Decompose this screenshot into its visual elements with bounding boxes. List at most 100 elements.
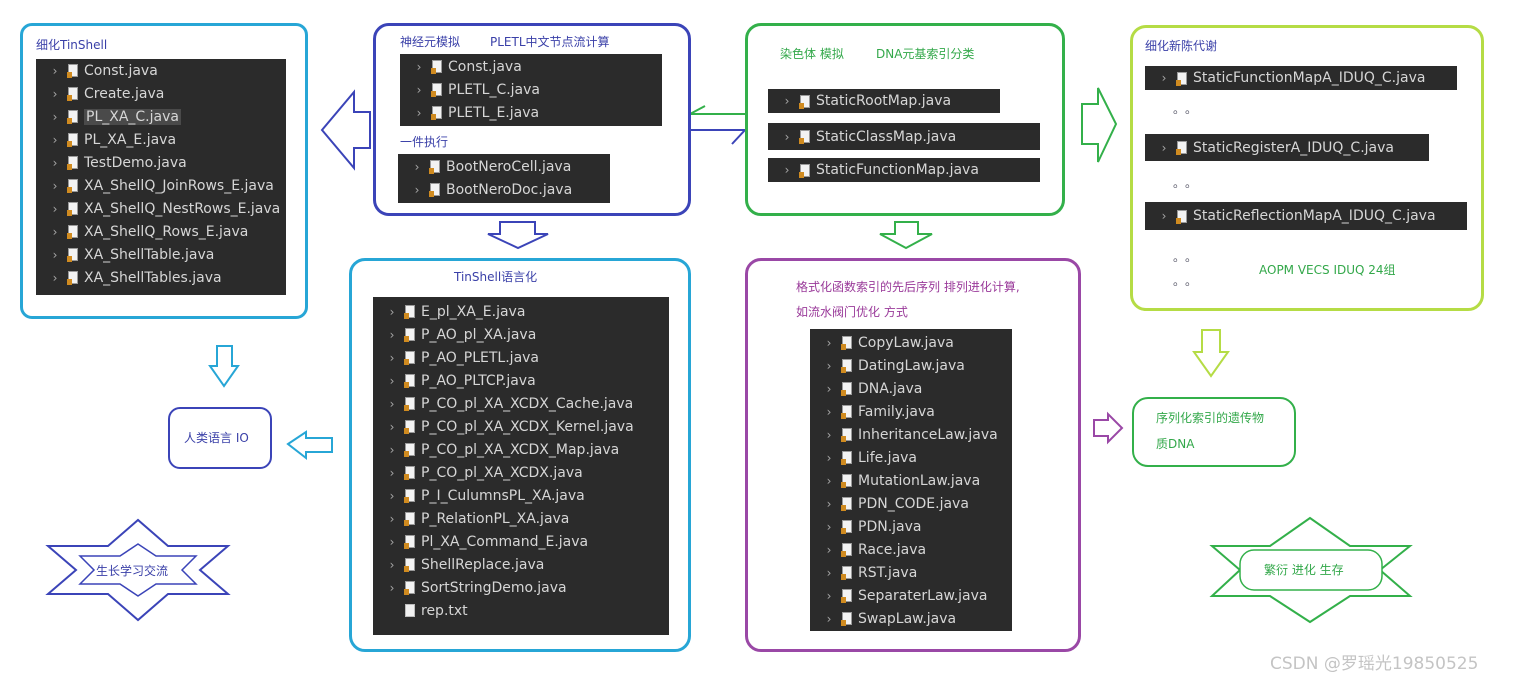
- file-row[interactable]: › ShellReplace.java: [373, 553, 545, 576]
- file-row[interactable]: › P_CO_pl_XA_XCDX_Map.java: [373, 438, 620, 461]
- file-row[interactable]: › P_CO_pl_XA_XCDX.java: [373, 461, 583, 484]
- file-staticrootmap[interactable]: › StaticRootMap.java: [768, 89, 1000, 113]
- chevron-right-icon[interactable]: ›: [48, 64, 62, 78]
- chevron-right-icon[interactable]: ›: [48, 133, 62, 147]
- file-staticfunctionmap[interactable]: › StaticFunctionMap.java: [768, 158, 1040, 182]
- chevron-right-icon[interactable]: ›: [385, 581, 399, 595]
- file-label: P_CO_pl_XA_XCDX.java: [421, 464, 583, 481]
- chevron-right-icon[interactable]: ›: [385, 443, 399, 457]
- file-row[interactable]: › BootNeroDoc.java: [398, 178, 573, 201]
- chevron-right-icon[interactable]: ›: [385, 305, 399, 319]
- chevron-right-icon[interactable]: ›: [1157, 209, 1171, 223]
- chevron-right-icon[interactable]: ›: [385, 397, 399, 411]
- file-row[interactable]: › Race.java: [810, 538, 927, 561]
- chevron-right-icon[interactable]: ›: [822, 543, 836, 557]
- file-staticclassmap[interactable]: › StaticClassMap.java: [768, 123, 1040, 150]
- java-file-icon: [404, 397, 415, 411]
- chevron-right-icon[interactable]: ›: [48, 271, 62, 285]
- file-row[interactable]: › SeparaterLaw.java: [810, 584, 988, 607]
- file-row[interactable]: › DatingLaw.java: [810, 354, 965, 377]
- chevron-right-icon[interactable]: ›: [1157, 141, 1171, 155]
- chevron-right-icon[interactable]: ›: [48, 202, 62, 216]
- file-row[interactable]: › E_pl_XA_E.java: [373, 300, 526, 323]
- chevron-right-icon[interactable]: ›: [48, 156, 62, 170]
- chevron-right-icon[interactable]: ›: [48, 110, 62, 124]
- file-row[interactable]: › MutationLaw.java: [810, 469, 981, 492]
- file-row[interactable]: › P_CO_pl_XA_XCDX_Cache.java: [373, 392, 634, 415]
- chevron-right-icon[interactable]: ›: [822, 497, 836, 511]
- file-row[interactable]: › SortStringDemo.java: [373, 576, 567, 599]
- file-row[interactable]: › SwapLaw.java: [810, 607, 957, 630]
- file-row[interactable]: › XA_ShellQ_NestRows_E.java: [36, 197, 281, 220]
- file-row[interactable]: › XA_ShellQ_JoinRows_E.java: [36, 174, 274, 197]
- file-row[interactable]: › RST.java: [810, 561, 918, 584]
- chevron-right-icon[interactable]: ›: [385, 512, 399, 526]
- chevron-right-icon[interactable]: ›: [822, 336, 836, 350]
- chevron-right-icon[interactable]: ›: [412, 60, 426, 74]
- file-row[interactable]: › XA_ShellTable.java: [36, 243, 215, 266]
- chevron-right-icon[interactable]: ›: [48, 179, 62, 193]
- chevron-right-icon[interactable]: ›: [385, 535, 399, 549]
- chevron-right-icon[interactable]: ›: [385, 558, 399, 572]
- file-row[interactable]: › PLETL_E.java: [400, 101, 539, 124]
- file-row[interactable]: › Const.java: [400, 55, 522, 78]
- file-row[interactable]: › CopyLaw.java: [810, 331, 954, 354]
- file-row[interactable]: › Family.java: [810, 400, 935, 423]
- chevron-right-icon[interactable]: ›: [385, 420, 399, 434]
- chevron-right-icon[interactable]: ›: [822, 474, 836, 488]
- chevron-right-icon[interactable]: ›: [822, 612, 836, 626]
- file-row[interactable]: › P_RelationPL_XA.java: [373, 507, 570, 530]
- chevron-right-icon[interactable]: ›: [822, 566, 836, 580]
- chevron-right-icon[interactable]: ›: [822, 589, 836, 603]
- file-row[interactable]: › Const.java: [36, 59, 158, 82]
- chevron-right-icon[interactable]: ›: [385, 328, 399, 342]
- file-row[interactable]: › PDN.java: [810, 515, 922, 538]
- file-row[interactable]: › BootNeroCell.java: [398, 155, 572, 178]
- chevron-right-icon[interactable]: ›: [822, 520, 836, 534]
- file-row[interactable]: › InheritanceLaw.java: [810, 423, 998, 446]
- chevron-right-icon[interactable]: ›: [780, 163, 794, 177]
- chevron-right-icon[interactable]: ›: [822, 382, 836, 396]
- chevron-right-icon[interactable]: ›: [48, 87, 62, 101]
- chevron-right-icon[interactable]: ›: [410, 160, 424, 174]
- chevron-right-icon[interactable]: ›: [48, 248, 62, 262]
- chevron-right-icon[interactable]: ›: [385, 374, 399, 388]
- file-row[interactable]: › PL_XA_E.java: [36, 128, 176, 151]
- file-label: P_RelationPL_XA.java: [421, 510, 570, 527]
- chevron-right-icon[interactable]: ›: [412, 106, 426, 120]
- java-file-icon: [404, 581, 415, 595]
- file-row[interactable]: › TestDemo.java: [36, 151, 187, 174]
- file-row[interactable]: › P_I_CulumnsPL_XA.java: [373, 484, 585, 507]
- file-staticfunctionmapa[interactable]: › StaticFunctionMapA_IDUQ_C.java: [1145, 66, 1457, 90]
- file-staticregistera[interactable]: › StaticRegisterA_IDUQ_C.java: [1145, 134, 1429, 161]
- file-row[interactable]: › DNA.java: [810, 377, 923, 400]
- chevron-right-icon[interactable]: ›: [385, 466, 399, 480]
- file-row[interactable]: › PL_XA_C.java: [36, 105, 181, 128]
- chevron-right-icon[interactable]: ›: [1157, 71, 1171, 85]
- file-row[interactable]: › XA_ShellTables.java: [36, 266, 222, 289]
- chevron-right-icon[interactable]: ›: [412, 83, 426, 97]
- chevron-right-icon[interactable]: ›: [780, 94, 794, 108]
- file-row[interactable]: › P_AO_PLTCP.java: [373, 369, 536, 392]
- file-row[interactable]: ›rep.txt: [373, 599, 468, 622]
- file-row[interactable]: › P_CO_pl_XA_XCDX_Kernel.java: [373, 415, 634, 438]
- file-row[interactable]: › Create.java: [36, 82, 165, 105]
- chevron-right-icon[interactable]: ›: [822, 405, 836, 419]
- file-row[interactable]: › PDN_CODE.java: [810, 492, 969, 515]
- chevron-right-icon[interactable]: ›: [410, 183, 424, 197]
- file-row[interactable]: › Pl_XA_Command_E.java: [373, 530, 589, 553]
- file-row[interactable]: › XA_ShellQ_Rows_E.java: [36, 220, 249, 243]
- chevron-right-icon[interactable]: ›: [780, 130, 794, 144]
- chevron-right-icon[interactable]: ›: [48, 225, 62, 239]
- chevron-right-icon[interactable]: ›: [385, 351, 399, 365]
- chevron-right-icon[interactable]: ›: [385, 489, 399, 503]
- chevron-right-icon[interactable]: ›: [822, 359, 836, 373]
- file-row[interactable]: › PLETL_C.java: [400, 78, 540, 101]
- file-staticreflectionmapa[interactable]: › StaticReflectionMapA_IDUQ_C.java: [1145, 202, 1467, 230]
- chevron-right-icon[interactable]: ›: [822, 428, 836, 442]
- java-file-icon: [799, 94, 810, 109]
- file-row[interactable]: › P_AO_PLETL.java: [373, 346, 539, 369]
- file-row[interactable]: › Life.java: [810, 446, 917, 469]
- chevron-right-icon[interactable]: ›: [822, 451, 836, 465]
- file-row[interactable]: › P_AO_pl_XA.java: [373, 323, 537, 346]
